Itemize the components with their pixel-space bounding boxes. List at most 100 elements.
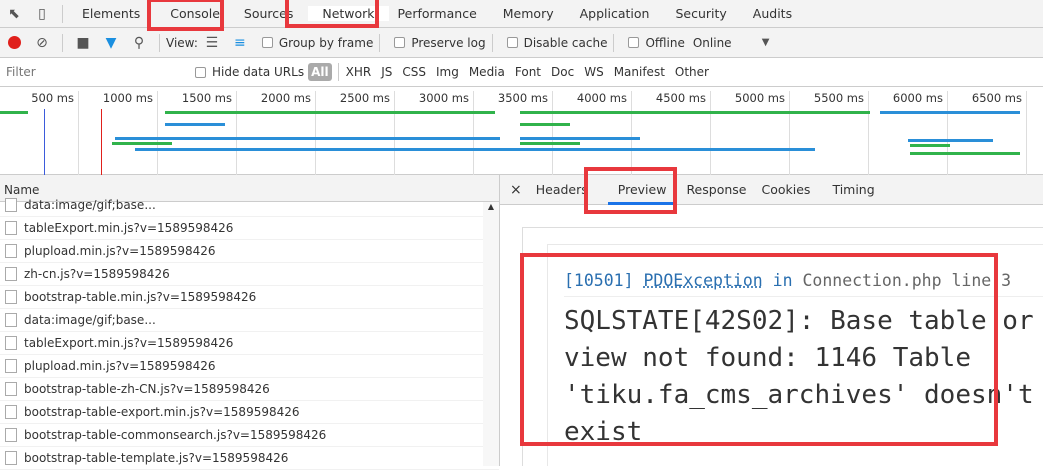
file-icon (5, 313, 17, 327)
filter-type-css[interactable]: CSS (402, 65, 426, 79)
file-icon (5, 267, 17, 281)
filter-type-img[interactable]: Img (436, 65, 459, 79)
load-marker (101, 109, 102, 175)
request-row[interactable]: bootstrap-table-commonsearch.js?v=158959… (0, 424, 499, 447)
list-view-icon[interactable]: ☰ (204, 35, 220, 51)
waterfall-view-icon[interactable]: ≡ (232, 35, 248, 51)
timeline-tick: 500 ms (0, 91, 79, 175)
request-name: data:image/gif;base... (24, 313, 156, 327)
timeline-bar (520, 123, 570, 126)
exception-in: in (772, 271, 793, 290)
devtools-tab-bar: ⬉ ▯ Elements Console Sources Network Per… (0, 0, 1043, 28)
timeline-tick: 5000 ms (711, 91, 790, 175)
timeline-bar (880, 111, 1020, 114)
divider (159, 33, 160, 52)
tab-headers[interactable]: Headers (532, 175, 592, 205)
request-name: tableExport.min.js?v=1589598426 (24, 336, 234, 350)
filter-type-ws[interactable]: WS (584, 65, 603, 79)
timeline-tick: 5500 ms (790, 91, 869, 175)
request-row[interactable]: bootstrap-table-zh-CN.js?v=1589598426 (0, 378, 499, 401)
camera-icon[interactable]: ■ (75, 35, 91, 51)
inspect-icon[interactable]: ⬉ (6, 6, 22, 22)
group-by-frame-label: Group by frame (278, 35, 374, 50)
device-toolbar-icon[interactable]: ▯ (34, 6, 50, 22)
dom-content-loaded-marker (44, 109, 45, 175)
disable-cache-checkbox[interactable] (506, 37, 518, 48)
search-icon[interactable]: ⚲ (131, 35, 147, 51)
preserve-log-label: Preserve log (411, 35, 486, 50)
filter-type-manifest[interactable]: Manifest (614, 65, 665, 79)
preserve-log-checkbox[interactable] (394, 37, 406, 48)
request-row[interactable]: tableExport.min.js?v=1589598426 (0, 332, 499, 355)
request-name: plupload.min.js?v=1589598426 (24, 244, 216, 258)
file-icon (5, 221, 17, 235)
close-icon[interactable]: × (500, 175, 532, 205)
request-name: tableExport.min.js?v=1589598426 (24, 221, 234, 235)
request-list: Name data:image/gif;base... tableExport.m… (0, 175, 500, 470)
tab-cookies[interactable]: Cookies (750, 175, 821, 205)
hide-data-urls-checkbox[interactable] (195, 66, 206, 78)
throttle-select[interactable]: Online (693, 36, 732, 50)
timeline-bar (908, 139, 993, 142)
tab-elements[interactable]: Elements (73, 6, 149, 21)
filter-type-all[interactable]: All (308, 63, 332, 81)
filter-input[interactable] (2, 61, 187, 83)
request-row[interactable]: plupload.min.js?v=1589598426 (0, 240, 499, 263)
tab-network[interactable]: Network (308, 6, 389, 21)
filter-icon[interactable]: ▼ (103, 35, 119, 51)
timeline-bar (135, 148, 815, 151)
filter-type-other[interactable]: Other (675, 65, 709, 79)
request-row[interactable]: bootstrap-table.min.js?v=1589598426 (0, 286, 499, 309)
request-row[interactable]: bootstrap-table-export.min.js?v=15895984… (0, 401, 499, 424)
tab-application[interactable]: Application (571, 6, 659, 21)
request-name: bootstrap-table-commonsearch.js?v=158959… (24, 428, 327, 442)
tab-security[interactable]: Security (666, 6, 735, 21)
timeline-bar (910, 144, 950, 147)
timeline-tick: 2000 ms (237, 91, 316, 175)
filter-type-font[interactable]: Font (515, 65, 541, 79)
request-name: bootstrap-table.min.js?v=1589598426 (24, 290, 257, 304)
tab-sources[interactable]: Sources (235, 6, 302, 21)
timeline-bar (165, 111, 495, 114)
tab-audits[interactable]: Audits (744, 6, 801, 21)
network-overview-timeline[interactable]: 500 ms 1000 ms 1500 ms 2000 ms 2500 ms 3000 m… (0, 87, 1043, 175)
tab-response[interactable]: Response (676, 175, 750, 205)
tab-preview[interactable]: Preview (607, 175, 677, 205)
scrollbar[interactable]: ▲ (483, 202, 499, 466)
request-row[interactable]: data:image/gif;base... (0, 194, 499, 217)
request-name: bootstrap-table-export.min.js?v=15895984… (24, 405, 300, 419)
request-row[interactable]: zh-cn.js?v=1589598426 (0, 263, 499, 286)
filter-type-xhr[interactable]: XHR (346, 65, 372, 79)
clear-icon[interactable]: ⊘ (34, 35, 50, 51)
tab-console[interactable]: Console (161, 6, 229, 21)
tab-memory[interactable]: Memory (494, 6, 563, 21)
request-row[interactable]: plupload.min.js?v=1589598426 (0, 355, 499, 378)
timeline-bar (0, 111, 28, 114)
scroll-up-icon[interactable]: ▲ (483, 202, 499, 211)
request-row[interactable]: tableExport.min.js?v=1589598426 (0, 217, 499, 240)
request-name: bootstrap-table-template.js?v=1589598426 (24, 451, 289, 465)
offline-checkbox[interactable] (628, 37, 640, 48)
disable-cache-label: Disable cache (523, 35, 608, 50)
timeline-bar (520, 111, 870, 114)
tab-performance[interactable]: Performance (389, 6, 486, 21)
timeline-bar (115, 137, 500, 140)
tab-timing[interactable]: Timing (821, 175, 885, 205)
filter-type-media[interactable]: Media (469, 65, 505, 79)
group-by-frame-checkbox[interactable] (261, 37, 273, 48)
filter-bar: Hide data URLs All XHR JS CSS Img Media … (0, 58, 1043, 87)
preview-content: [10501] PDOException in Connection.php l… (522, 227, 1043, 466)
request-row[interactable]: data:image/gif;base... (0, 309, 499, 332)
exception-file: Connection.php line 3 (802, 271, 1012, 290)
timeline-tick: 4500 ms (632, 91, 711, 175)
request-name: zh-cn.js?v=1589598426 (24, 267, 170, 281)
exception-class[interactable]: PDOException (643, 271, 762, 290)
filter-type-js[interactable]: JS (381, 65, 392, 79)
chevron-down-icon[interactable]: ▼ (758, 35, 774, 51)
request-row[interactable]: bootstrap-table-template.js?v=1589598426 (0, 447, 499, 470)
file-icon (5, 451, 17, 465)
filter-type-doc[interactable]: Doc (551, 65, 574, 79)
request-name: bootstrap-table-zh-CN.js?v=1589598426 (24, 382, 270, 396)
record-icon[interactable] (6, 35, 22, 51)
file-icon (5, 198, 17, 212)
